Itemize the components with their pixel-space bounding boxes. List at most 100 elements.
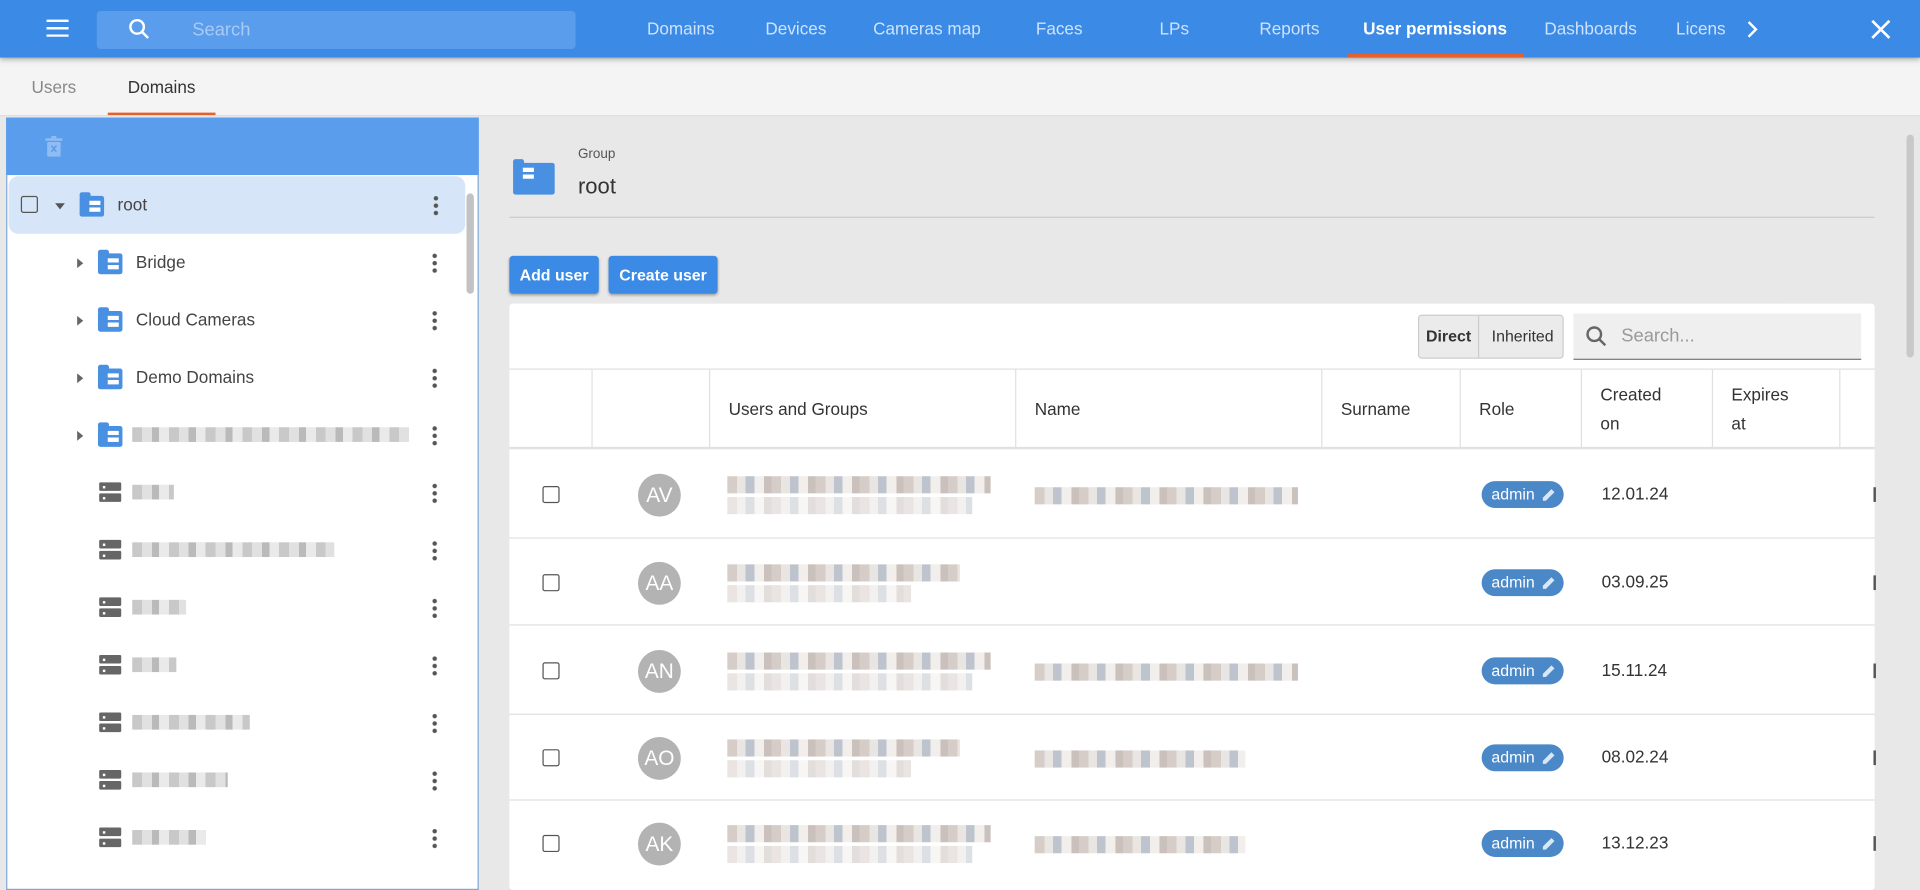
more-icon[interactable]: [432, 309, 438, 331]
tree-scrollbar[interactable]: [466, 193, 474, 294]
server-icon: [99, 597, 122, 617]
redacted-user: [727, 475, 991, 493]
delete-icon[interactable]: [1873, 662, 1876, 678]
server-icon: [99, 770, 122, 790]
create-user-button[interactable]: Create user: [608, 255, 718, 294]
more-icon[interactable]: [432, 539, 438, 561]
row-checkbox[interactable]: [542, 834, 560, 853]
created-date: 13.12.23: [1601, 832, 1669, 853]
more-icon[interactable]: [432, 827, 438, 849]
nav-reports[interactable]: Reports: [1259, 0, 1319, 58]
header-expires-at[interactable]: Expires at: [1713, 369, 1841, 449]
nav-cameras-map[interactable]: Cameras map: [873, 0, 981, 58]
more-icon[interactable]: [432, 770, 438, 791]
more-icon[interactable]: [432, 367, 438, 389]
row-checkbox[interactable]: [542, 661, 560, 679]
delete-icon[interactable]: [1873, 836, 1876, 851]
nav-licenses[interactable]: Licens: [1676, 0, 1726, 58]
tree-item[interactable]: Cloud Cameras: [7, 291, 464, 349]
tree-item[interactable]: Demo Domains: [7, 349, 464, 407]
header-surname[interactable]: Surname: [1322, 369, 1461, 449]
tree-item-server[interactable]: [7, 809, 464, 867]
add-user-button[interactable]: Add user: [509, 255, 599, 294]
table-row[interactable]: AN admin 15.11.24: [509, 624, 1876, 713]
search-box[interactable]: Search: [96, 11, 576, 49]
avatar: AV: [637, 473, 681, 517]
redacted-user: [727, 651, 991, 670]
tab-users[interactable]: Users: [31, 59, 76, 117]
row-checkbox[interactable]: [542, 485, 560, 503]
tree-item-server[interactable]: [7, 522, 464, 580]
domain-folder-icon: [97, 364, 123, 390]
nav-domains[interactable]: Domains: [647, 0, 715, 58]
tree-item-server[interactable]: [7, 694, 464, 752]
active-tab-indicator: [1348, 53, 1524, 58]
page-scrollbar[interactable]: [1906, 134, 1914, 358]
row-checkbox[interactable]: [542, 749, 560, 767]
delete-icon[interactable]: [1873, 574, 1876, 590]
more-icon[interactable]: [432, 252, 438, 273]
role-label: admin: [1491, 660, 1535, 679]
caret-right-icon[interactable]: [77, 315, 84, 326]
tree-item-server[interactable]: [7, 464, 464, 522]
more-icon[interactable]: [432, 712, 438, 734]
tree-item-server[interactable]: [7, 752, 464, 810]
caret-right-icon[interactable]: [77, 373, 84, 384]
role-badge[interactable]: admin: [1481, 656, 1564, 684]
search-placeholder: Search: [192, 19, 251, 41]
role-badge[interactable]: admin: [1481, 568, 1564, 596]
header-role[interactable]: Role: [1461, 369, 1583, 449]
tree-item-server[interactable]: [7, 637, 464, 695]
table-row[interactable]: AV admin 12.01.24: [509, 448, 1876, 537]
redacted-text: [132, 657, 177, 673]
nav-lps[interactable]: LPs: [1160, 0, 1190, 58]
header-created-on[interactable]: Created on: [1582, 369, 1714, 449]
row-checkbox[interactable]: [542, 573, 560, 591]
caret-right-icon[interactable]: [77, 430, 84, 441]
caret-right-icon[interactable]: [77, 258, 84, 269]
tree-item[interactable]: Bridge: [7, 234, 464, 292]
menu-icon[interactable]: [46, 19, 69, 37]
server-icon: [99, 482, 122, 502]
group-name: root: [577, 173, 616, 199]
checkbox[interactable]: [20, 195, 38, 214]
caret-down-icon[interactable]: [55, 203, 65, 210]
more-icon[interactable]: [432, 654, 438, 676]
tree-item-root[interactable]: root: [8, 176, 466, 234]
more-icon[interactable]: [432, 597, 438, 619]
edit-icon: [1542, 488, 1555, 501]
tree-item-label: Bridge: [135, 252, 186, 272]
direct-toggle[interactable]: Direct: [1419, 315, 1480, 358]
table-row[interactable]: AA admin 03.09.25: [509, 537, 1876, 624]
table-search-input[interactable]: Search...: [1573, 313, 1862, 360]
more-icon[interactable]: [432, 482, 438, 504]
search-placeholder: Search...: [1621, 325, 1695, 347]
server-icon: [99, 712, 122, 733]
avatar: AK: [637, 822, 681, 866]
tree-item-server[interactable]: [7, 579, 464, 637]
table-row[interactable]: AK admin 13.12.23: [509, 799, 1876, 885]
header-name[interactable]: Name: [1016, 369, 1323, 449]
redacted-text: [132, 830, 206, 845]
tree-item[interactable]: [7, 406, 464, 464]
nav-devices[interactable]: Devices: [765, 0, 826, 58]
more-icon[interactable]: [432, 424, 438, 446]
nav-user-permissions[interactable]: User permissions: [1363, 0, 1507, 58]
redacted-text: [132, 599, 187, 615]
role-badge[interactable]: admin: [1481, 830, 1564, 857]
role-badge[interactable]: admin: [1481, 480, 1564, 508]
close-icon[interactable]: [1871, 19, 1891, 40]
more-icon[interactable]: [433, 194, 439, 216]
nav-faces[interactable]: Faces: [1036, 0, 1083, 58]
delete-icon[interactable]: [1873, 486, 1876, 502]
delete-icon[interactable]: [1873, 750, 1876, 766]
redacted-name: [1034, 662, 1298, 681]
table-row[interactable]: AO admin 08.02.24: [509, 713, 1876, 800]
nav-dashboards[interactable]: Dashboards: [1544, 0, 1636, 58]
role-badge[interactable]: admin: [1481, 744, 1564, 772]
header-users-groups[interactable]: Users and Groups: [710, 369, 1017, 449]
inherited-toggle[interactable]: Inherited: [1480, 316, 1564, 358]
delete-icon[interactable]: [45, 135, 63, 157]
tab-domains[interactable]: Domains: [128, 59, 196, 117]
chevron-right-icon[interactable]: [1745, 21, 1760, 38]
